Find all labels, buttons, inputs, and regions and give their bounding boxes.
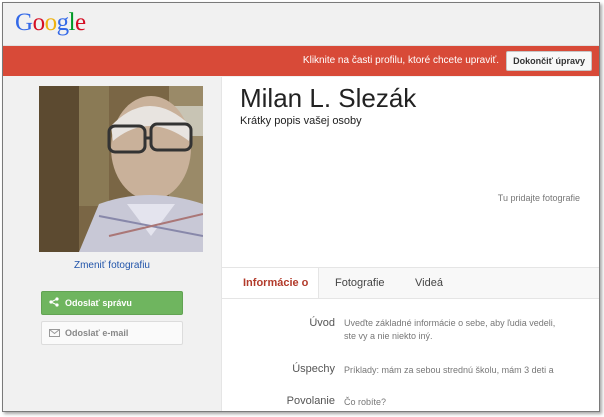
finish-editing-button[interactable]: Dokončiť úpravy (506, 51, 592, 71)
logo-letter: g (56, 9, 70, 36)
profile-photo[interactable] (39, 86, 203, 252)
logo-letter: G (15, 9, 33, 36)
occupation-label: Povolanie (286, 395, 335, 407)
profile-tabs: Informácie o Fotografie Videá (222, 267, 599, 299)
tab-about[interactable]: Informácie o (243, 277, 308, 289)
add-photos-link[interactable]: Tu pridajte fotografie (498, 193, 580, 203)
intro-label: Úvod (309, 317, 335, 329)
profile-short-description[interactable]: Krátky popis vašej osoby (240, 115, 362, 127)
envelope-icon (49, 323, 61, 345)
achievements-label: Úspechy (292, 363, 335, 375)
logo-letter: o (32, 9, 46, 36)
tab-videos[interactable]: Videá (415, 277, 443, 289)
logo-letter: e (75, 9, 86, 36)
google-logo[interactable]: Google (15, 9, 86, 37)
profile-sidebar: Zmeniť fotografiu Odoslať správu Odoslať… (3, 77, 222, 411)
profile-main: Milan L. Slezák Krátky popis vašej osoby… (222, 77, 599, 411)
profile-photo-image (39, 86, 203, 252)
profile-name[interactable]: Milan L. Slezák (240, 83, 416, 114)
browser-frame: Google Kliknite na časti profilu, ktoré … (2, 2, 600, 412)
edit-mode-message: Kliknite na časti profilu, ktoré chcete … (302, 55, 499, 66)
occupation-value[interactable]: Čo robíte? (344, 396, 386, 409)
top-bar: Google (3, 3, 599, 46)
edit-mode-bar: Kliknite na časti profilu, ktoré chcete … (3, 46, 599, 76)
send-message-button[interactable]: Odoslať správu (41, 291, 183, 315)
logo-letter: o (44, 9, 58, 36)
send-email-button[interactable]: Odoslať e-mail (41, 321, 183, 345)
send-email-label: Odoslať e-mail (65, 328, 129, 338)
send-message-label: Odoslať správu (65, 298, 132, 308)
intro-value[interactable]: Uveďte základné informácie o sebe, aby ľ… (344, 317, 555, 343)
achievements-value[interactable]: Príklady: mám za sebou strednú školu, má… (344, 364, 554, 377)
tab-photos[interactable]: Fotografie (335, 277, 385, 289)
share-icon (49, 293, 61, 315)
change-photo-link[interactable]: Zmeniť fotografiu (3, 260, 221, 271)
